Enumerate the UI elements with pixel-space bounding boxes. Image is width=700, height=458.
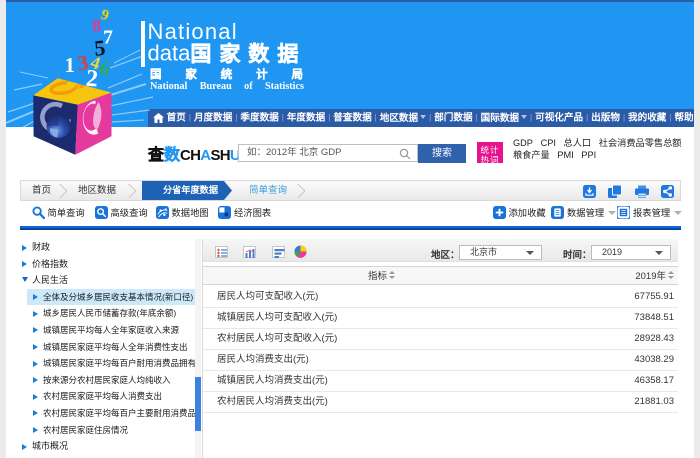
svg-text:1: 1 [64, 53, 75, 77]
